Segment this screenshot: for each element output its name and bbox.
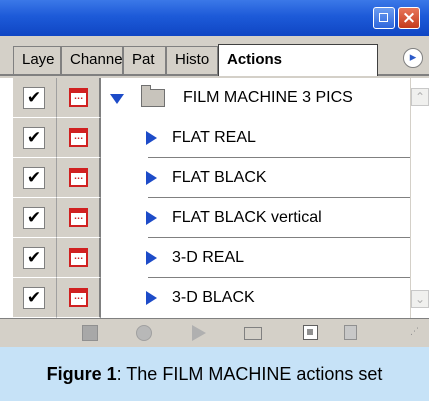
tab-paths[interactable]: Pat [123, 46, 166, 74]
action-set-row[interactable]: ✔ FILM MACHINE 3 PICS [0, 78, 410, 118]
toggle-checkbox[interactable]: ✔ [23, 207, 45, 229]
dialog-toggle-icon[interactable] [69, 88, 88, 107]
dialog-toggle-icon[interactable] [69, 168, 88, 187]
folder-icon [141, 85, 165, 107]
action-set-name: FILM MACHINE 3 PICS [183, 89, 353, 106]
toggle-cell: ✔ [13, 198, 57, 238]
dialog-cell [57, 198, 101, 238]
dialog-cell [57, 118, 101, 158]
stop-icon[interactable] [82, 325, 98, 341]
toggle-checkbox[interactable]: ✔ [23, 87, 45, 109]
record-icon[interactable] [136, 325, 152, 341]
action-row[interactable]: ✔ FLAT REAL [0, 118, 410, 158]
palette-titlebar: × [0, 0, 429, 36]
trash-icon[interactable] [344, 325, 357, 340]
figure-caption: Figure 1: The FILM MACHINE actions set [0, 347, 429, 401]
play-triangle-icon[interactable] [146, 211, 157, 225]
caption-text: : The FILM MACHINE actions set [116, 364, 383, 384]
tab-layers[interactable]: Laye [13, 46, 61, 74]
toggle-checkbox[interactable]: ✔ [23, 247, 45, 269]
expand-triangle-icon[interactable] [110, 94, 124, 104]
toggle-checkbox[interactable]: ✔ [23, 287, 45, 309]
palette-menu-arrow-icon[interactable]: ▸ [403, 48, 423, 68]
action-name: 3-D REAL [172, 249, 245, 266]
action-row[interactable]: ✔ FLAT BLACK [0, 158, 410, 198]
toggle-cell: ✔ [13, 238, 57, 278]
dialog-toggle-icon[interactable] [69, 248, 88, 267]
scroll-down-icon[interactable]: ⌄ [411, 290, 429, 308]
vertical-scrollbar[interactable]: ⌃ ⌄ [410, 78, 429, 318]
new-action-icon[interactable] [303, 325, 318, 340]
scroll-up-icon[interactable]: ⌃ [411, 88, 429, 106]
new-set-folder-icon[interactable] [244, 327, 262, 340]
action-name: 3-D BLACK [172, 289, 255, 306]
close-icon[interactable]: × [398, 7, 420, 29]
action-name: FLAT REAL [172, 129, 256, 146]
toggle-cell: ✔ [13, 278, 57, 318]
toggle-cell: ✔ [13, 158, 57, 198]
action-name: FLAT BLACK vertical [172, 209, 322, 226]
play-triangle-icon[interactable] [146, 171, 157, 185]
action-name: FLAT BLACK [172, 169, 267, 186]
tab-history[interactable]: Histo [166, 46, 218, 74]
dialog-toggle-icon[interactable] [69, 128, 88, 147]
tab-channels[interactable]: Channe [61, 46, 123, 74]
toggle-checkbox[interactable]: ✔ [23, 167, 45, 189]
play-triangle-icon[interactable] [146, 251, 157, 265]
actions-toolbar: ⋰ [0, 318, 429, 347]
dialog-cell [57, 158, 101, 198]
dialog-toggle-icon[interactable] [69, 288, 88, 307]
play-triangle-icon[interactable] [146, 291, 157, 305]
play-triangle-icon[interactable] [146, 131, 157, 145]
actions-list: ✔ FILM MACHINE 3 PICS ✔ FLAT REAL ✔ FLAT… [0, 78, 429, 318]
dialog-cell [57, 278, 101, 318]
palette-tab-row: Laye Channe Pat Histo Actions ▸ [0, 36, 429, 76]
action-row[interactable]: ✔ 3-D BLACK [0, 278, 410, 318]
tab-actions[interactable]: Actions [218, 44, 378, 76]
action-row[interactable]: ✔ 3-D REAL [0, 238, 410, 278]
minimize-icon[interactable] [373, 7, 395, 29]
dialog-cell [57, 78, 101, 118]
dialog-cell [57, 238, 101, 278]
action-row[interactable]: ✔ FLAT BLACK vertical [0, 198, 410, 238]
toggle-checkbox[interactable]: ✔ [23, 127, 45, 149]
toggle-cell: ✔ [13, 78, 57, 118]
dialog-toggle-icon[interactable] [69, 208, 88, 227]
toggle-cell: ✔ [13, 118, 57, 158]
resize-grip-icon[interactable]: ⋰ [410, 328, 424, 343]
caption-label: Figure 1 [46, 364, 117, 384]
play-icon[interactable] [192, 325, 206, 341]
actions-palette: × Laye Channe Pat Histo Actions ▸ ✔ FILM… [0, 0, 429, 347]
